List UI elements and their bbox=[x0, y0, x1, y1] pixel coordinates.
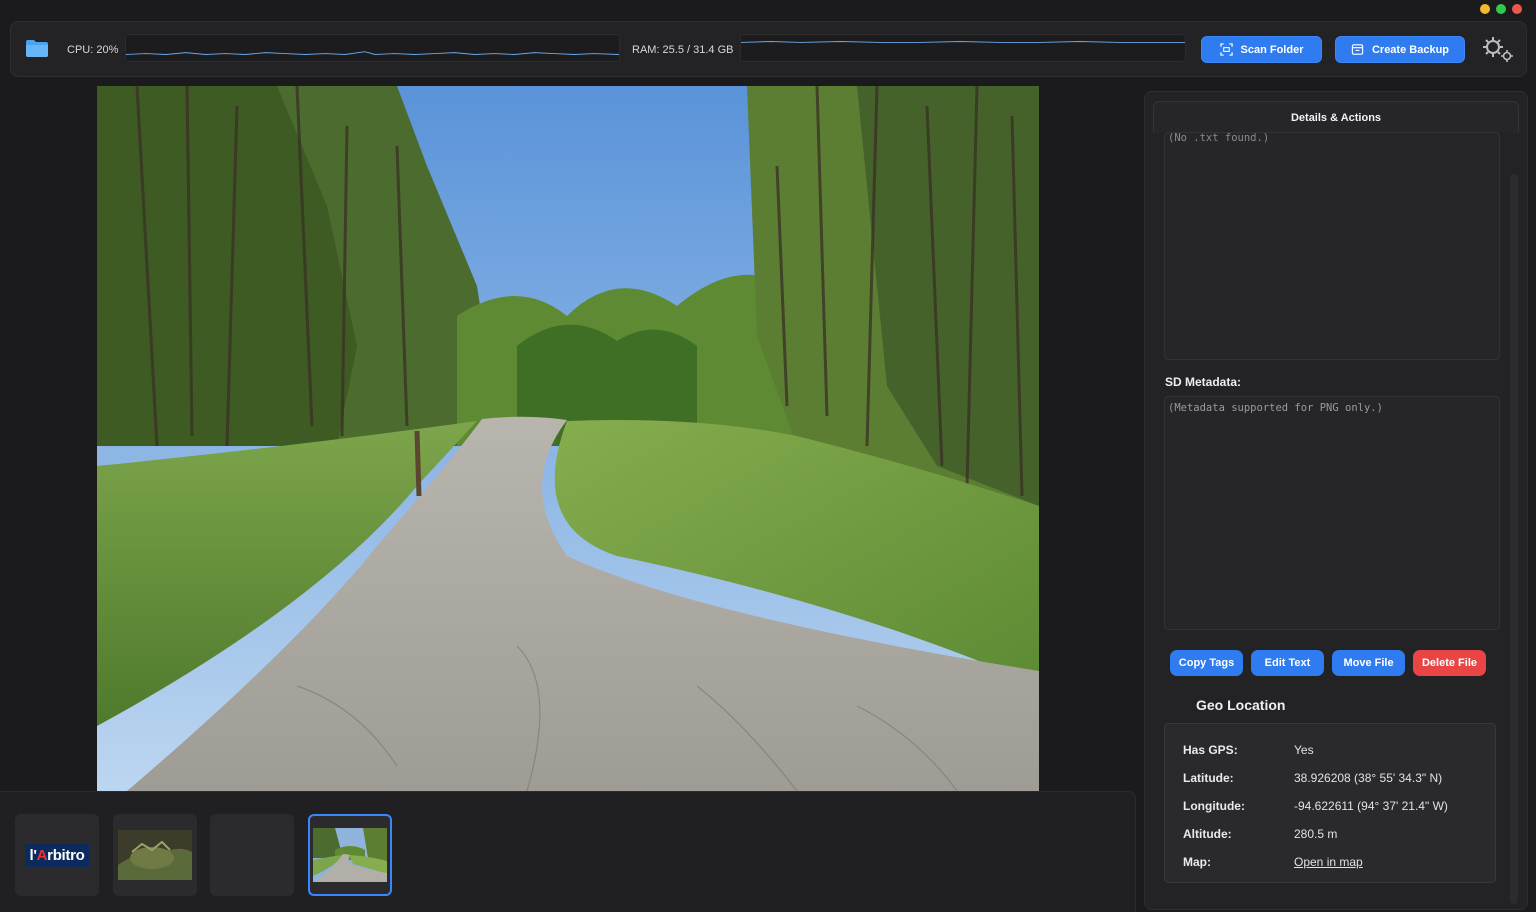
cpu-usage-label: CPU: 20% bbox=[67, 44, 119, 56]
forest-path-thumbnail bbox=[313, 828, 387, 882]
main-photo bbox=[97, 86, 1039, 791]
sd-metadata-box[interactable]: (Metadata supported for PNG only.) bbox=[1164, 396, 1500, 630]
open-in-map-link[interactable]: Open in map bbox=[1294, 855, 1363, 869]
geo-value: Yes bbox=[1294, 743, 1314, 757]
image-viewer[interactable] bbox=[97, 86, 1039, 791]
thumbnail-strip: l'Arbitro bbox=[0, 791, 1136, 912]
gear-icon[interactable] bbox=[1480, 34, 1516, 64]
tab-details-actions[interactable]: Details & Actions bbox=[1153, 101, 1519, 133]
geo-key: Latitude: bbox=[1183, 771, 1234, 785]
create-backup-label: Create Backup bbox=[1371, 43, 1450, 56]
thumbnail-3[interactable] bbox=[210, 814, 294, 896]
geo-key: Map: bbox=[1183, 855, 1211, 869]
geo-value: 280.5 m bbox=[1294, 827, 1338, 841]
geo-key: Has GPS: bbox=[1183, 743, 1238, 757]
backup-icon bbox=[1351, 44, 1364, 55]
cpu-graph bbox=[125, 34, 620, 62]
top-toolbar: CPU: 20% RAM: 25.5 / 31.4 GB Scan Folder… bbox=[10, 21, 1527, 77]
thumbnail-1[interactable]: l'Arbitro bbox=[15, 814, 99, 896]
geo-location-panel: Has GPS: Yes Latitude: 38.926208 (38° 55… bbox=[1164, 723, 1496, 883]
details-sidebar: Details & Actions (No .txt found.) SD Me… bbox=[1144, 91, 1528, 910]
move-file-button[interactable]: Move File bbox=[1332, 650, 1405, 676]
create-backup-button[interactable]: Create Backup bbox=[1335, 36, 1465, 63]
arbitro-logo: l'Arbitro bbox=[25, 843, 89, 867]
minimize-button[interactable] bbox=[1480, 4, 1490, 14]
geo-key: Longitude: bbox=[1183, 799, 1245, 813]
thumbnail-4-selected[interactable] bbox=[308, 814, 392, 896]
window-controls bbox=[1480, 4, 1522, 14]
folder-icon[interactable] bbox=[26, 40, 48, 57]
edit-text-button[interactable]: Edit Text bbox=[1251, 650, 1324, 676]
delete-file-button[interactable]: Delete File bbox=[1413, 650, 1486, 676]
sidebar-scrollbar[interactable] bbox=[1510, 174, 1518, 904]
geo-value: 38.926208 (38° 55' 34.3" N) bbox=[1294, 771, 1443, 785]
sd-metadata-content: (Metadata supported for PNG only.) bbox=[1168, 402, 1383, 414]
maximize-button[interactable] bbox=[1496, 4, 1506, 14]
close-button[interactable] bbox=[1512, 4, 1522, 14]
ram-usage-label: RAM: 25.5 / 31.4 GB bbox=[632, 44, 734, 56]
geo-location-title: Geo Location bbox=[1196, 697, 1286, 713]
txt-content: (No .txt found.) bbox=[1168, 132, 1270, 144]
geo-value: -94.622611 (94° 37' 21.4" W) bbox=[1294, 799, 1448, 813]
scan-folder-button[interactable]: Scan Folder bbox=[1201, 36, 1322, 63]
thumbnail-2[interactable] bbox=[113, 814, 197, 896]
txt-content-box[interactable]: (No .txt found.) bbox=[1164, 132, 1500, 360]
sd-metadata-label: SD Metadata: bbox=[1165, 375, 1242, 389]
scan-icon bbox=[1219, 43, 1233, 56]
scan-folder-label: Scan Folder bbox=[1240, 43, 1304, 56]
geo-key: Altitude: bbox=[1183, 827, 1232, 841]
iguana-thumbnail bbox=[118, 830, 192, 880]
copy-tags-button[interactable]: Copy Tags bbox=[1170, 650, 1243, 676]
ram-graph bbox=[740, 34, 1186, 62]
